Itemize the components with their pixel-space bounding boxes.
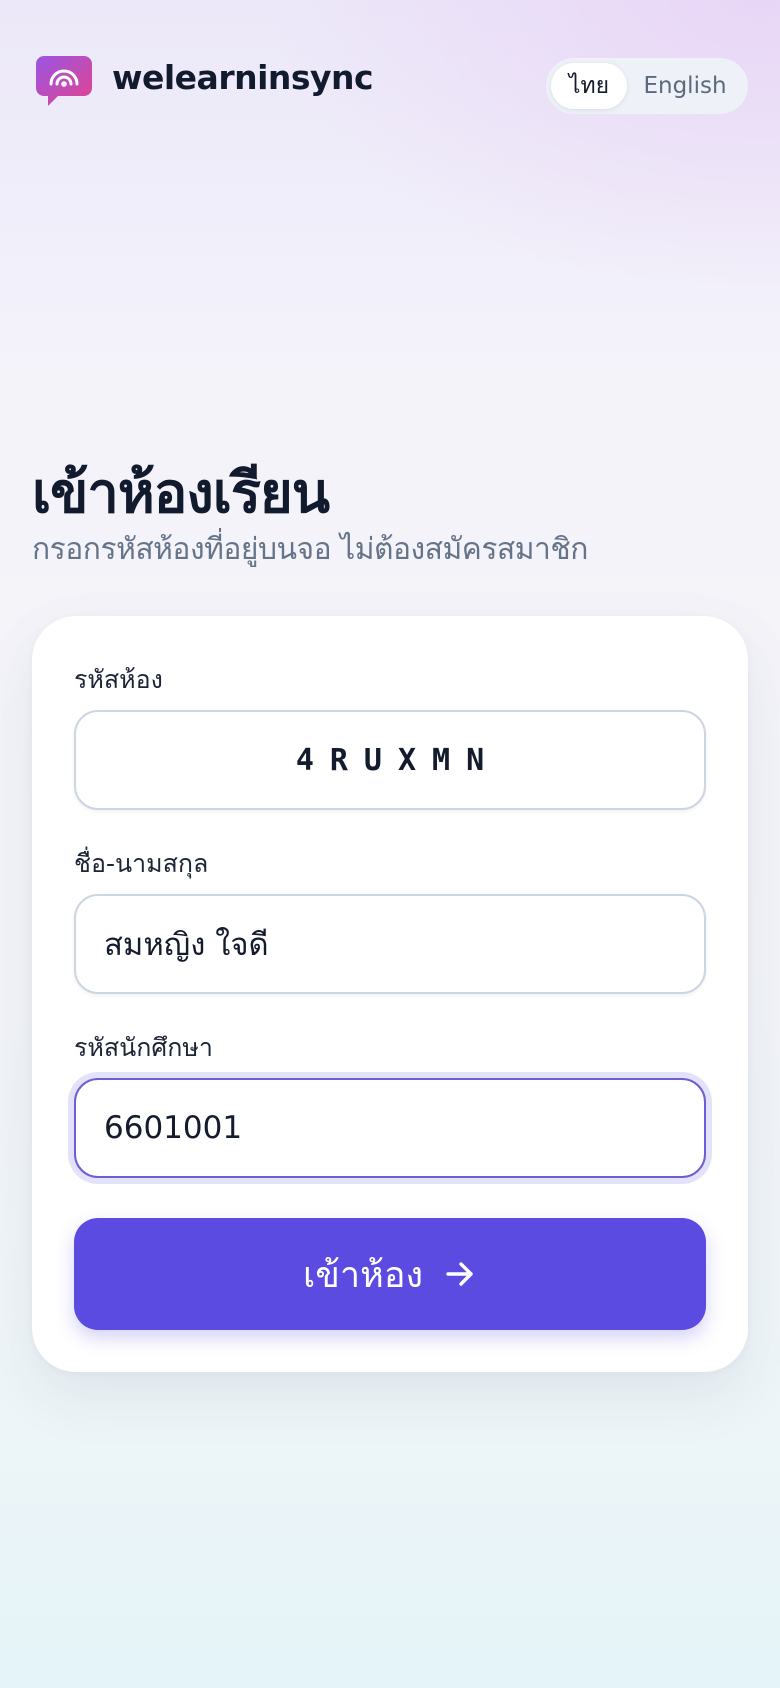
language-switcher: ไทย English bbox=[546, 58, 748, 114]
student-id-input[interactable] bbox=[74, 1078, 706, 1178]
full-name-input[interactable] bbox=[74, 894, 706, 994]
page-subtitle: กรอกรหัสห้องที่อยู่บนจอ ไม่ต้องสมัครสมาช… bbox=[32, 532, 588, 567]
language-option-thai[interactable]: ไทย bbox=[551, 63, 627, 109]
room-code-label: รหัสห้อง bbox=[74, 665, 163, 694]
student-id-label: รหัสนักศึกษา bbox=[74, 1033, 213, 1062]
brand-name: welearninsync bbox=[112, 58, 374, 97]
page-title: เข้าห้องเรียน bbox=[32, 461, 330, 526]
language-option-english[interactable]: English bbox=[627, 63, 743, 109]
full-name-label: ชื่อ-นามสกุล bbox=[74, 849, 209, 878]
join-room-form-card: รหัสห้อง ชื่อ-นามสกุล รหัสนักศึกษา เข้าห… bbox=[32, 616, 748, 1372]
broadcast-chat-icon bbox=[36, 56, 92, 106]
arrow-right-icon bbox=[443, 1257, 477, 1291]
join-room-button-label: เข้าห้อง bbox=[302, 1254, 424, 1296]
app-header: welearninsync ไทย English bbox=[0, 0, 780, 170]
room-code-input[interactable] bbox=[74, 710, 706, 810]
join-room-button[interactable]: เข้าห้อง bbox=[74, 1218, 706, 1330]
